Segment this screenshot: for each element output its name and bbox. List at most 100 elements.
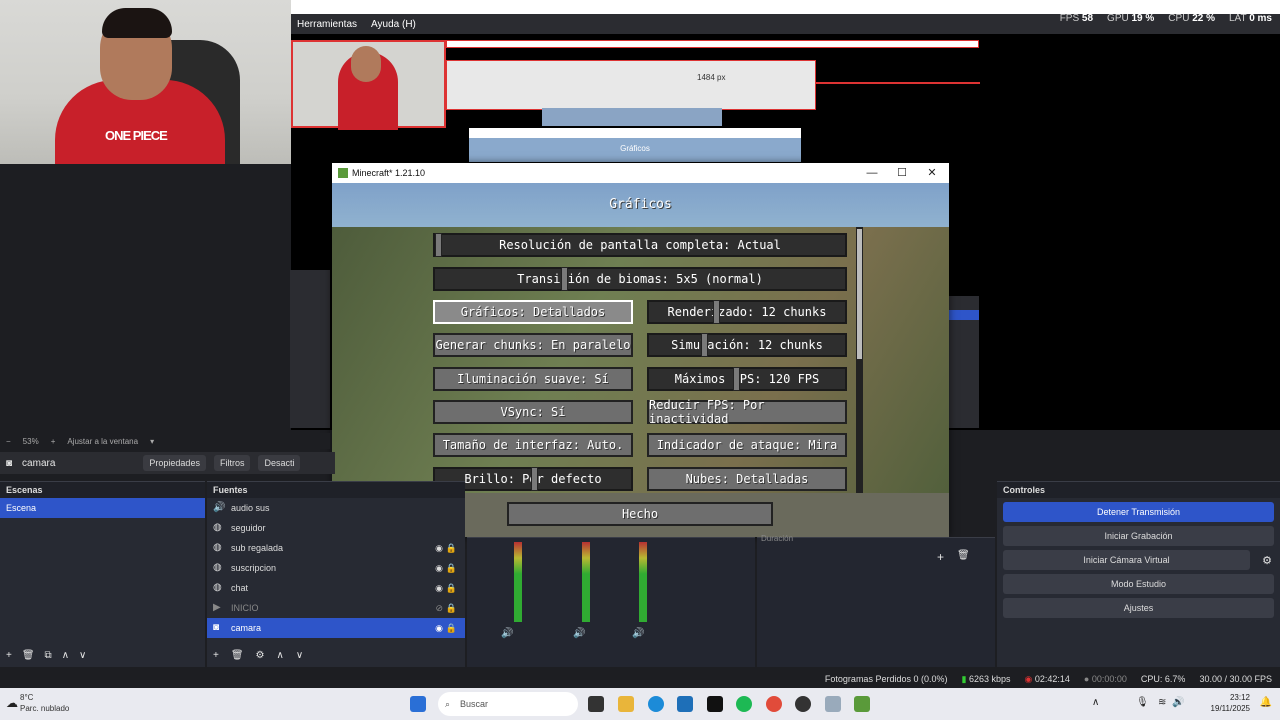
slider-knob[interactable] <box>713 300 720 324</box>
globe-icon: ◍ <box>213 582 222 593</box>
filter-icon[interactable]: ⧉ <box>45 650 52 661</box>
start-recording-button[interactable]: Iniciar Grabación <box>1003 526 1274 546</box>
settings-button[interactable]: Ajustes <box>1003 598 1274 618</box>
up-icon[interactable]: ∧ <box>277 650 284 661</box>
task-view-icon[interactable] <box>588 696 604 712</box>
fps-status: 30.00 / 30.00 FPS <box>1199 674 1272 684</box>
source-item[interactable]: ▶ INICIO ⊘ 🔒 <box>207 598 465 618</box>
fit-window[interactable]: Ajustar a la ventana <box>67 437 138 446</box>
properties-button[interactable]: Propiedades <box>143 455 206 471</box>
source-item[interactable]: ◙ camara ◉ 🔒 <box>207 618 465 638</box>
edge-icon[interactable] <box>648 696 664 712</box>
source-item[interactable]: ◍ seguidor <box>207 518 465 538</box>
windows-start-icon[interactable] <box>410 696 426 712</box>
weather-widget[interactable]: 8°C Parc. nublado <box>20 692 69 714</box>
app-icon[interactable] <box>825 696 841 712</box>
trash-icon[interactable]: 🗑 <box>957 550 970 561</box>
preview-size-label: 1484 px <box>697 73 726 82</box>
deactivate-button[interactable]: Desacti <box>258 455 301 471</box>
spotify-icon[interactable] <box>736 696 752 712</box>
eye-icon[interactable]: ◉ <box>435 578 443 598</box>
scenes-footer: + 🗑 ⧉ ∧ ∨ <box>6 650 86 661</box>
vsync-button[interactable]: VSync: Sí <box>433 400 633 424</box>
obs-icon[interactable] <box>795 696 811 712</box>
chrome-icon[interactable] <box>766 696 782 712</box>
source-item[interactable]: ◍ suscripcion ◉ 🔒 <box>207 558 465 578</box>
studio-mode-button[interactable]: Modo Estudio <box>1003 574 1274 594</box>
zoom-out-icon[interactable]: − <box>6 437 11 446</box>
store-icon[interactable] <box>677 696 693 712</box>
biome-blend-slider[interactable]: Transición de biomas: 5x5 (normal) <box>433 267 847 291</box>
trash-icon[interactable]: 🗑 <box>22 650 35 661</box>
audio-meter <box>639 542 647 622</box>
fps-stat: FPS 58 <box>1059 13 1094 24</box>
eye-icon[interactable]: ◉ <box>435 538 443 558</box>
scroll-thumb[interactable] <box>857 229 862 359</box>
volume-icon[interactable]: 🔊 <box>1172 697 1184 708</box>
lock-icon[interactable]: 🔒 <box>446 558 457 578</box>
fullscreen-resolution-slider[interactable]: Resolución de pantalla completa: Actual <box>433 233 847 257</box>
slider-knob[interactable] <box>561 267 568 291</box>
maximize-icon[interactable]: ☐ <box>887 163 917 183</box>
add-icon[interactable]: + <box>937 550 944 564</box>
close-icon[interactable]: ✕ <box>917 163 947 183</box>
filters-button[interactable]: Filtros <box>213 455 251 471</box>
speaker-icon[interactable]: 🔊 <box>632 628 644 639</box>
up-icon[interactable]: ∧ <box>62 650 69 661</box>
reduce-fps-button[interactable]: Reducir FPS: Por inactividad <box>647 398 847 426</box>
chevron-down-icon[interactable]: ▾ <box>150 437 154 446</box>
source-toolbar: ◙ camara Propiedades Filtros Desacti <box>0 452 335 474</box>
stop-stream-button[interactable]: Detener Transmisión <box>1003 502 1274 522</box>
smooth-lighting-button[interactable]: Iluminación suave: Sí <box>433 367 633 391</box>
eye-hidden-icon[interactable]: ⊘ <box>435 598 443 618</box>
taskbar-clock[interactable]: 23:12 19/11/2025 <box>1211 692 1250 714</box>
simulation-distance-slider[interactable]: Simulación: 12 chunks <box>647 333 847 357</box>
down-icon[interactable]: ∨ <box>296 650 303 661</box>
clouds-button[interactable]: Nubes: Detalladas <box>647 467 847 491</box>
mic-icon[interactable]: 🎙 <box>1136 697 1149 708</box>
lock-icon[interactable]: 🔒 <box>446 578 457 598</box>
menu-tools[interactable]: Herramientas <box>297 19 357 30</box>
add-icon[interactable]: + <box>213 650 219 661</box>
speaker-icon[interactable]: 🔊 <box>501 628 513 639</box>
start-virtual-camera-button[interactable]: Iniciar Cámara Virtual <box>1003 550 1250 570</box>
file-explorer-icon[interactable] <box>618 696 634 712</box>
source-item[interactable]: ◍ sub regalada ◉ 🔒 <box>207 538 465 558</box>
trash-icon[interactable]: 🗑 <box>231 650 244 661</box>
lock-icon[interactable]: 🔒 <box>446 618 457 638</box>
speaker-icon[interactable]: 🔊 <box>573 628 585 639</box>
attack-indicator-button[interactable]: Indicador de ataque: Mira <box>647 433 847 457</box>
source-item[interactable]: 🔊 audio sus <box>207 498 465 518</box>
source-item[interactable]: ◍ chat ◉ 🔒 <box>207 578 465 598</box>
lock-icon[interactable]: 🔒 <box>446 598 457 618</box>
graphics-button[interactable]: Gráficos: Detallados <box>433 300 633 324</box>
done-button[interactable]: Hecho <box>507 502 773 526</box>
gui-scale-button[interactable]: Tamaño de interfaz: Auto. <box>433 433 633 457</box>
slider-knob[interactable] <box>733 367 740 391</box>
menu-help[interactable]: Ayuda (H) <box>371 19 416 30</box>
gear-icon[interactable]: ⚙ <box>1262 554 1272 567</box>
minimize-icon[interactable]: — <box>857 163 887 183</box>
gear-icon[interactable]: ⚙ <box>256 650 265 661</box>
zoom-in-icon[interactable]: + <box>51 437 56 446</box>
max-fps-slider[interactable]: Máximos FPS: 120 FPS <box>647 367 847 391</box>
search-placeholder: Buscar <box>460 699 489 709</box>
taskbar-search[interactable]: ⌕ Buscar <box>438 692 578 716</box>
slider-knob[interactable] <box>435 233 442 257</box>
minecraft-icon[interactable] <box>854 696 870 712</box>
down-icon[interactable]: ∨ <box>79 650 86 661</box>
chevron-up-icon[interactable]: ∧ <box>1092 697 1099 708</box>
eye-icon[interactable]: ◉ <box>435 618 443 638</box>
chunk-builder-button[interactable]: Generar chunks: En paralelo <box>433 333 633 357</box>
eye-icon[interactable]: ◉ <box>435 558 443 578</box>
slider-knob[interactable] <box>531 467 538 491</box>
slider-knob[interactable] <box>701 333 708 357</box>
add-icon[interactable]: + <box>6 650 12 661</box>
render-distance-slider[interactable]: Renderizado: 12 chunks <box>647 300 847 324</box>
lock-icon[interactable]: 🔒 <box>446 538 457 558</box>
yahoo-icon[interactable] <box>707 696 723 712</box>
scene-item[interactable]: Escena <box>0 498 205 518</box>
source-label: sub regalada <box>231 543 284 553</box>
notification-icon[interactable]: 🔔 <box>1260 697 1272 708</box>
wifi-icon[interactable]: ≋ <box>1158 697 1166 708</box>
